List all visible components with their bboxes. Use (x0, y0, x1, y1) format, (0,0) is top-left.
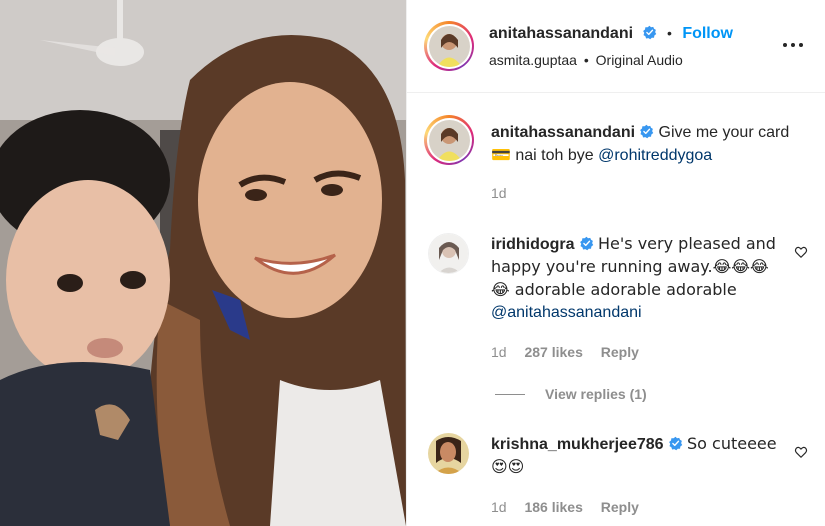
comment-time[interactable]: 1d (491, 344, 507, 360)
comment-text: krishna_mukherjee786 So cuteeee😍😍 (491, 433, 791, 479)
reply-button[interactable]: Reply (601, 499, 639, 515)
like-heart-icon[interactable] (794, 445, 808, 459)
replies-divider (495, 393, 525, 395)
caption-body-2: nai toh bye (515, 147, 594, 164)
author-avatar[interactable] (424, 21, 474, 71)
audio-separator: • (583, 52, 589, 68)
caption-body: Give me your card (658, 124, 790, 141)
commenter-avatar[interactable] (428, 233, 469, 274)
caption-mention[interactable]: @rohitreddygoa (598, 147, 712, 164)
post-header: anitahassanandani • Follow asmita.guptaa… (407, 0, 825, 93)
like-heart-icon[interactable] (794, 245, 808, 259)
comment-meta: 1d 186 likes Reply (491, 499, 653, 515)
comment-meta: 1d 287 likes Reply (491, 344, 653, 360)
header-separator: • (666, 25, 672, 41)
audio-username[interactable]: asmita.guptaa (489, 52, 577, 68)
follow-button[interactable]: Follow (682, 25, 733, 42)
view-replies-button[interactable]: View replies (1) (495, 386, 647, 402)
verified-badge-icon (668, 436, 682, 451)
reply-button[interactable]: Reply (601, 344, 639, 360)
video-frame (0, 0, 406, 526)
comment-time[interactable]: 1d (491, 499, 507, 515)
post-media[interactable] (0, 0, 406, 526)
verified-badge-icon (579, 236, 593, 251)
view-replies-label: View replies (1) (545, 386, 647, 402)
caption-time[interactable]: 1d (491, 185, 507, 201)
comment-username[interactable]: krishna_mukherjee786 (491, 436, 664, 453)
caption-avatar[interactable] (424, 115, 474, 165)
verified-badge-icon (640, 124, 654, 139)
commenter-avatar[interactable] (428, 433, 469, 474)
caption-text: anitahassanandani Give me your card 💳 na… (491, 122, 811, 167)
comment-item: iridhidogra He's very pleased and happy … (407, 213, 825, 413)
verified-badge-icon (642, 25, 656, 40)
credit-card-emoji: 💳 (491, 145, 511, 164)
comment-item: krishna_mukherjee786 So cuteeee😍😍 1d 186… (407, 413, 825, 526)
comment-username[interactable]: iridhidogra (491, 236, 575, 253)
original-audio-link[interactable]: Original Audio (596, 52, 683, 68)
comment-likes[interactable]: 186 likes (524, 499, 582, 515)
post-side-panel: anitahassanandani • Follow asmita.guptaa… (406, 0, 825, 526)
caption: anitahassanandani Give me your card 💳 na… (407, 93, 825, 213)
more-options-icon[interactable] (781, 38, 805, 52)
comment-likes[interactable]: 287 likes (524, 344, 582, 360)
author-username[interactable]: anitahassanandani (489, 25, 633, 42)
comment-text: iridhidogra He's very pleased and happy … (491, 233, 781, 324)
comment-mention[interactable]: @anitahassanandani (491, 302, 781, 324)
caption-username[interactable]: anitahassanandani (491, 124, 635, 141)
